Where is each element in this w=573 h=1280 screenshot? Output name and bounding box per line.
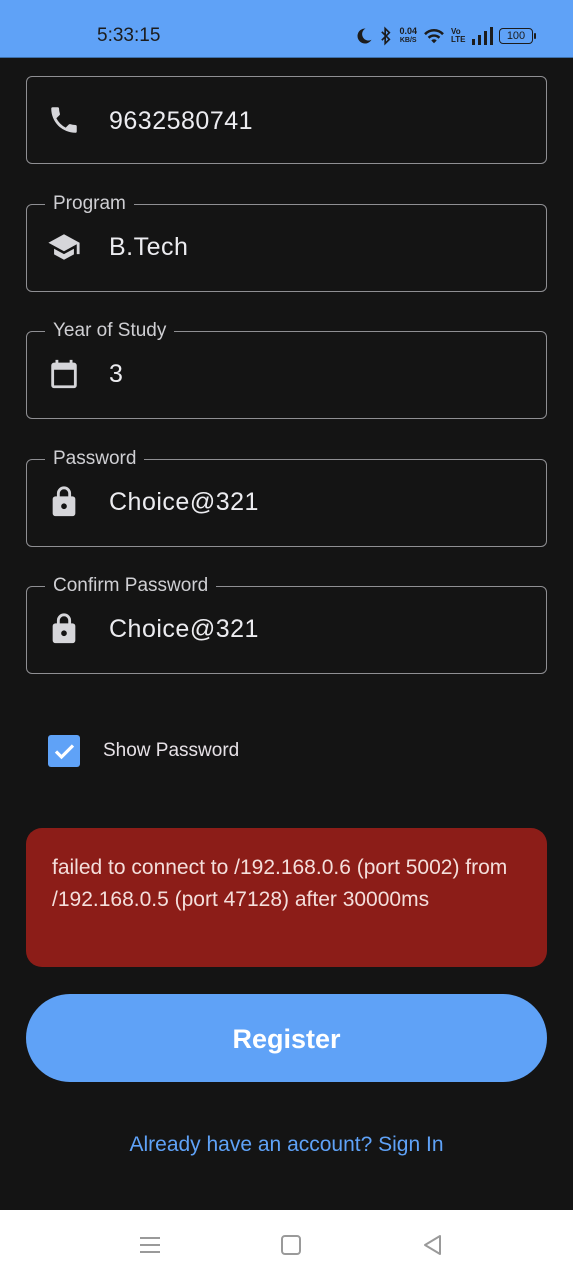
status-time: 5:33:15 xyxy=(97,25,161,46)
phone-field[interactable]: 9632580741 xyxy=(26,76,547,164)
register-button[interactable]: Register xyxy=(26,994,547,1082)
confirm-password-field[interactable]: Confirm Password Choice@321 xyxy=(26,575,547,674)
password-label: Password xyxy=(45,448,145,470)
navigation-bar xyxy=(0,1210,573,1280)
calendar-icon xyxy=(47,357,81,391)
year-of-study-label: Year of Study xyxy=(45,320,175,342)
show-password-label[interactable]: Show Password xyxy=(103,740,239,762)
lock-icon xyxy=(47,612,81,646)
status-bar: 5:33:15 0.04 KB/S Vo LTE 100 xyxy=(0,0,573,58)
password-field[interactable]: Password Choice@321 xyxy=(26,448,547,547)
password-value: Choice@321 xyxy=(109,488,259,516)
moon-icon xyxy=(355,27,373,45)
net-speed-value: 0.04 xyxy=(399,26,417,36)
back-triangle-icon[interactable] xyxy=(420,1232,446,1258)
program-value: B.Tech xyxy=(109,233,189,261)
home-square-icon[interactable] xyxy=(278,1232,304,1258)
confirm-password-label: Confirm Password xyxy=(45,575,217,597)
menu-icon[interactable] xyxy=(137,1232,163,1258)
wifi-icon xyxy=(423,27,445,45)
show-password-checkbox[interactable] xyxy=(48,735,80,767)
program-label: Program xyxy=(45,193,134,215)
program-field[interactable]: Program B.Tech xyxy=(26,193,547,292)
phone-icon xyxy=(47,103,81,137)
confirm-password-value: Choice@321 xyxy=(109,615,259,643)
sign-in-link[interactable]: Already have an account? Sign In xyxy=(0,1133,573,1157)
volte-icon: Vo LTE xyxy=(451,27,466,44)
year-of-study-value: 3 xyxy=(109,360,124,388)
signal-icon xyxy=(471,27,493,45)
checkmark-icon xyxy=(54,744,75,760)
error-message-box: failed to connect to /192.168.0.6 (port … xyxy=(26,828,547,967)
status-icons: 0.04 KB/S Vo LTE 100 xyxy=(355,22,536,50)
phone-value: 9632580741 xyxy=(109,107,254,135)
net-speed-unit: KB/S xyxy=(399,37,417,44)
battery-icon: 100 xyxy=(499,28,536,44)
error-message-text: failed to connect to /192.168.0.6 (port … xyxy=(52,856,508,911)
bluetooth-icon xyxy=(379,26,393,46)
graduation-cap-icon xyxy=(47,230,81,264)
year-of-study-field[interactable]: Year of Study 3 xyxy=(26,320,547,419)
lock-icon xyxy=(47,485,81,519)
net-speed: 0.04 KB/S xyxy=(399,27,417,45)
